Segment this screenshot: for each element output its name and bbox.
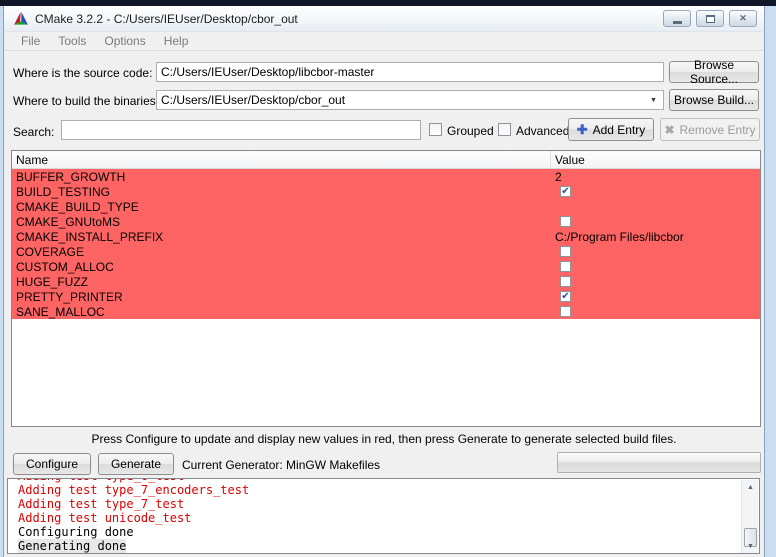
source-code-label: Where is the source code: (13, 66, 152, 80)
log-line: Adding test unicode_test (18, 511, 759, 525)
scroll-down-icon[interactable]: ▼ (742, 539, 759, 554)
value-checkbox-unchecked[interactable] (560, 216, 571, 227)
cache-entry-value[interactable]: ✔ (551, 186, 760, 197)
source-code-input[interactable] (156, 62, 664, 82)
cache-entry-value[interactable] (551, 276, 760, 287)
current-generator-label: Current Generator: MinGW Makefiles (182, 458, 380, 472)
cache-entry-name[interactable]: SANE_MALLOC (12, 305, 551, 319)
window-title: CMake 3.2.2 - C:/Users/IEUser/Desktop/cb… (35, 12, 298, 26)
remove-icon: ✖ (664, 124, 674, 136)
cache-entry-name[interactable]: CMAKE_INSTALL_PREFIX (12, 230, 551, 244)
column-header-name[interactable]: Name (12, 151, 551, 168)
table-row[interactable]: HUGE_FUZZ (12, 274, 760, 289)
output-log[interactable]: Adding test type_6_testAdding test type_… (7, 478, 760, 554)
search-label: Search: (13, 125, 54, 139)
title-bar[interactable]: CMake 3.2.2 - C:/Users/IEUser/Desktop/cb… (4, 6, 764, 32)
cache-entry-name[interactable]: BUILD_TESTING (12, 185, 551, 199)
column-header-value[interactable]: Value (551, 151, 760, 168)
cache-entry-value[interactable] (551, 261, 760, 272)
cache-table-header[interactable]: Name Value (12, 151, 760, 169)
browse-source-button[interactable]: Browse Source... (669, 61, 759, 83)
cache-entry-value[interactable]: C:/Program Files/libcbor (551, 230, 760, 244)
table-row[interactable]: CMAKE_GNUtoMS (12, 214, 760, 229)
progress-bar (557, 452, 761, 473)
combo-dropdown-icon[interactable]: ▼ (650, 97, 657, 104)
cache-entry-name[interactable]: CUSTOM_ALLOC (12, 260, 551, 274)
generate-button[interactable]: Generate (98, 453, 174, 475)
menu-bar: FileToolsOptionsHelp (4, 32, 764, 51)
advanced-checkbox[interactable] (498, 123, 511, 136)
configure-button[interactable]: Configure (13, 453, 91, 475)
add-icon: ✚ (577, 123, 588, 136)
value-checkbox-checked[interactable]: ✔ (560, 291, 571, 302)
close-icon: ✕ (739, 13, 747, 24)
remove-entry-button[interactable]: ✖ Remove Entry (660, 118, 760, 141)
maximize-icon (706, 15, 715, 23)
menu-item-file[interactable]: File (12, 32, 49, 50)
log-line: Generating done (18, 539, 759, 553)
table-row[interactable]: COVERAGE (12, 244, 760, 259)
configure-hint-text: Press Configure to update and display ne… (4, 432, 764, 446)
screen: CMake 3.2.2 - C:/Users/IEUser/Desktop/cb… (0, 0, 776, 557)
minimize-icon (673, 21, 682, 24)
search-input[interactable] (61, 120, 421, 140)
build-binaries-combobox[interactable] (156, 90, 664, 110)
cache-entry-value[interactable]: 2 (551, 170, 760, 184)
value-checkbox-unchecked[interactable] (560, 261, 571, 272)
cache-entry-value[interactable] (551, 246, 760, 257)
log-line: Configuring done (18, 525, 759, 539)
cache-entry-value[interactable] (551, 216, 760, 227)
maximize-button[interactable] (696, 10, 724, 27)
add-entry-button[interactable]: ✚ Add Entry (568, 118, 654, 141)
table-row[interactable]: BUILD_TESTING ✔ (12, 184, 760, 199)
value-text[interactable]: 2 (555, 170, 562, 184)
table-row[interactable]: PRETTY_PRINTER ✔ (12, 289, 760, 304)
table-row[interactable]: CUSTOM_ALLOC (12, 259, 760, 274)
scroll-up-icon[interactable]: ▲ (742, 480, 759, 495)
log-line: Adding test type_7_encoders_test (18, 483, 759, 497)
cache-entry-name[interactable]: COVERAGE (12, 245, 551, 259)
menu-item-tools[interactable]: Tools (49, 32, 95, 50)
value-checkbox-unchecked[interactable] (560, 246, 571, 257)
cache-table: Name Value BUFFER_GROWTH 2 BUILD_TESTING ✔ C… (11, 150, 761, 427)
cache-entry-name[interactable]: HUGE_FUZZ (12, 275, 551, 289)
menu-item-options[interactable]: Options (95, 32, 154, 50)
close-button[interactable]: ✕ (729, 10, 757, 27)
table-row[interactable]: SANE_MALLOC (12, 304, 760, 319)
menu-item-help[interactable]: Help (155, 32, 198, 50)
cmake-window: CMake 3.2.2 - C:/Users/IEUser/Desktop/cb… (3, 6, 765, 557)
grouped-checkbox[interactable] (429, 123, 442, 136)
remove-entry-label: Remove Entry (680, 123, 756, 137)
add-entry-label: Add Entry (593, 123, 646, 137)
cache-entry-value[interactable]: ✔ (551, 291, 760, 302)
cache-entry-value[interactable] (551, 306, 760, 317)
log-line: Adding test type_7_test (18, 497, 759, 511)
build-binaries-label: Where to build the binaries: (13, 94, 159, 108)
cmake-logo-icon (13, 11, 29, 27)
value-text[interactable]: C:/Program Files/libcbor (555, 230, 684, 244)
cache-entry-name[interactable]: PRETTY_PRINTER (12, 290, 551, 304)
table-row[interactable]: CMAKE_BUILD_TYPE (12, 199, 760, 214)
table-row[interactable]: BUFFER_GROWTH 2 (12, 169, 760, 184)
cache-entry-name[interactable]: CMAKE_BUILD_TYPE (12, 200, 551, 214)
cache-entry-name[interactable]: BUFFER_GROWTH (12, 170, 551, 184)
browse-build-button[interactable]: Browse Build... (669, 89, 759, 111)
value-checkbox-unchecked[interactable] (560, 306, 571, 317)
advanced-label: Advanced (516, 124, 569, 138)
table-row[interactable]: CMAKE_INSTALL_PREFIX C:/Program Files/lib… (12, 229, 760, 244)
value-checkbox-checked[interactable]: ✔ (560, 186, 571, 197)
log-scrollbar[interactable]: ▲ ▼ (741, 480, 758, 554)
grouped-label: Grouped (447, 124, 494, 138)
value-checkbox-unchecked[interactable] (560, 276, 571, 287)
cache-entry-name[interactable]: CMAKE_GNUtoMS (12, 215, 551, 229)
minimize-button[interactable] (663, 10, 691, 27)
